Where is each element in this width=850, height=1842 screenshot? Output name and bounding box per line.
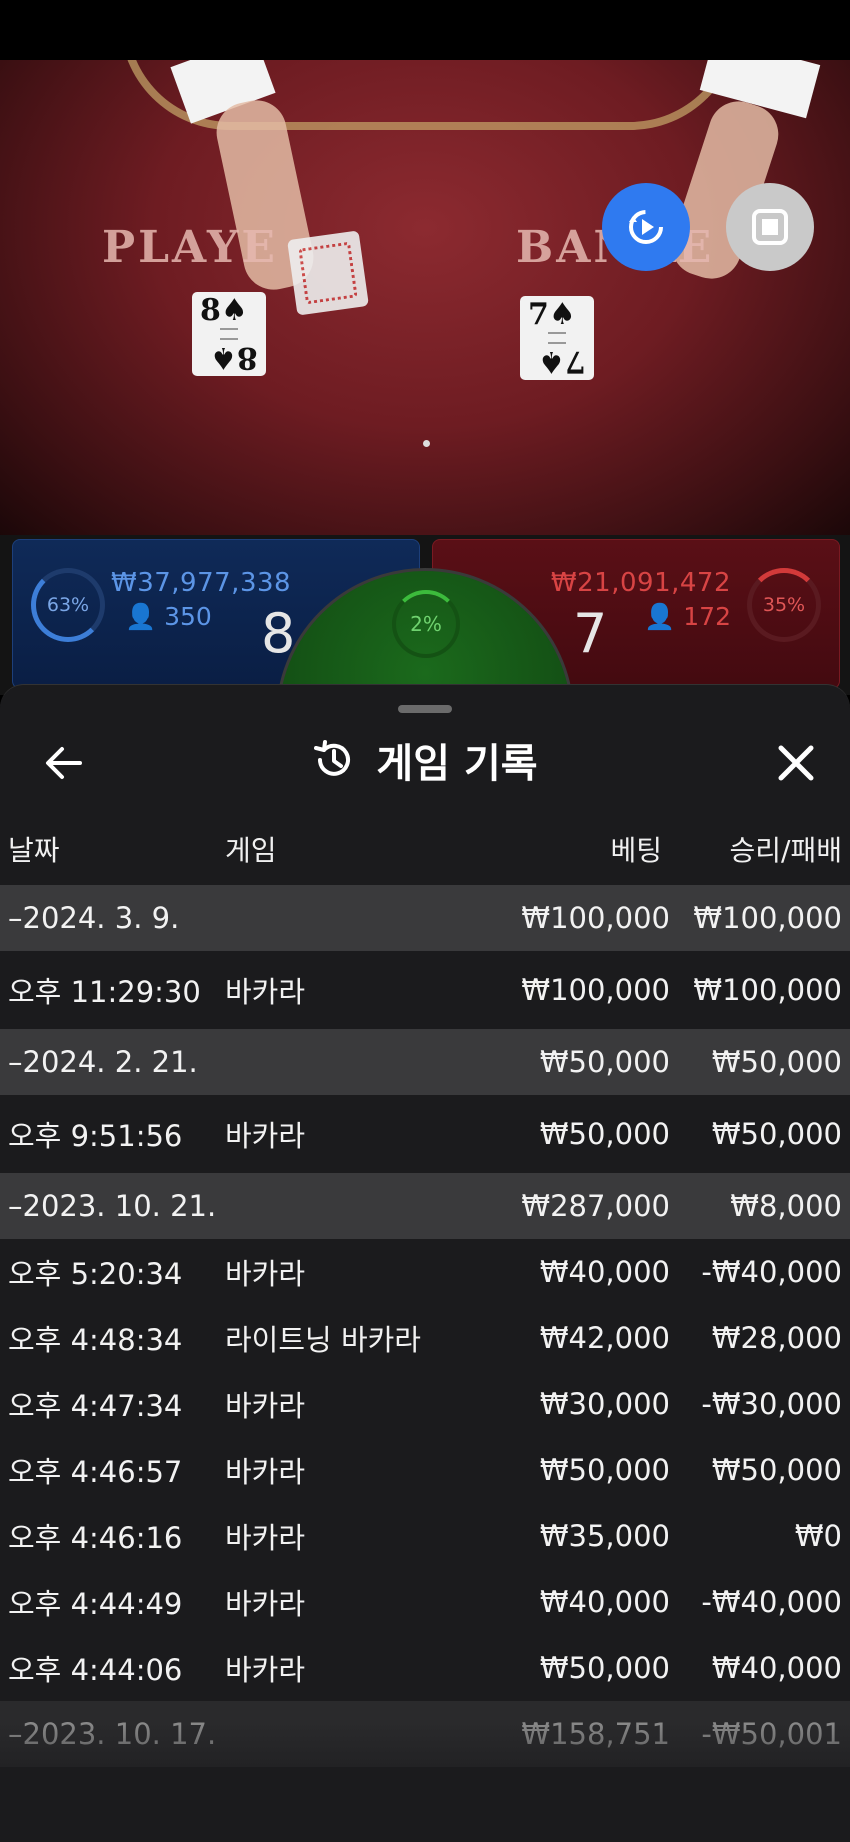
row-time: 오후 11:29:30 xyxy=(8,975,201,1009)
user-icon: 👤 xyxy=(644,602,676,631)
row-time: 오후 4:46:16 xyxy=(8,1521,183,1555)
game-record-row[interactable]: 오후 9:51:56 바카라 ₩50,000 ₩50,000 xyxy=(0,1095,850,1173)
row-bet: ₩50,000 xyxy=(539,1045,670,1079)
row-win-loss: -₩30,000 xyxy=(701,1387,842,1421)
row-bet: ₩42,000 xyxy=(539,1321,670,1355)
player-card: 8♠ 8♠ xyxy=(192,292,266,376)
row-win-loss: ₩28,000 xyxy=(711,1321,842,1355)
row-bet: ₩35,000 xyxy=(539,1519,670,1553)
stop-button[interactable] xyxy=(726,183,814,271)
row-win-loss: ₩100,000 xyxy=(693,901,842,935)
live-video: PLAYE BANKE 8♠ 8♠ 7♠ 7♠ xyxy=(0,60,850,540)
player-total-amount: ₩37,977,338 xyxy=(111,568,292,598)
row-time: 오후 4:44:06 xyxy=(8,1653,183,1687)
game-record-row[interactable]: 오후 4:48:34 라이트닝 바카라 ₩42,000 ₩28,000 xyxy=(0,1305,850,1371)
row-bet: ₩100,000 xyxy=(521,901,670,935)
banker-percent-ring: 35% xyxy=(747,568,821,642)
game-history-sheet: 게임 기록 날짜 게임 베팅 승리/패배 –2024. 3. 9. ₩100,00… xyxy=(0,684,850,1842)
close-icon xyxy=(778,745,814,781)
row-win-loss: ₩50,000 xyxy=(711,1453,842,1487)
game-record-row[interactable]: 오후 4:46:16 바카라 ₩35,000 ₩0 xyxy=(0,1503,850,1569)
row-time: 오후 4:47:34 xyxy=(8,1389,183,1423)
game-record-row[interactable]: 오후 4:47:34 바카라 ₩30,000 -₩30,000 xyxy=(0,1371,850,1437)
row-win-loss: ₩8,000 xyxy=(730,1189,842,1223)
row-game-name: 바카라 xyxy=(225,1389,306,1423)
game-record-row[interactable]: 오후 4:44:49 바카라 ₩40,000 -₩40,000 xyxy=(0,1569,850,1635)
col-bet: 베팅 xyxy=(610,834,662,867)
row-game-name: 바카라 xyxy=(225,1257,306,1291)
row-game-name: 라이트닝 바카라 xyxy=(225,1323,421,1357)
date-group-row[interactable]: –2024. 3. 9. ₩100,000 ₩100,000 xyxy=(0,885,850,951)
dealt-card-motion xyxy=(287,230,369,316)
row-date: –2024. 2. 21. xyxy=(8,1045,198,1079)
replay-icon xyxy=(629,210,663,244)
banker-bettor-count: 👤 172 xyxy=(644,602,731,631)
row-win-loss: ₩50,000 xyxy=(711,1117,842,1151)
row-game-name: 바카라 xyxy=(225,975,306,1009)
replay-button[interactable] xyxy=(602,183,690,271)
sheet-title-wrap: 게임 기록 xyxy=(0,731,850,789)
close-button[interactable] xyxy=(768,735,824,791)
row-win-loss: -₩40,000 xyxy=(701,1585,842,1619)
banker-card: 7♠ 7♠ xyxy=(520,296,594,380)
game-record-row[interactable]: 오후 4:44:06 바카라 ₩50,000 ₩40,000 xyxy=(0,1635,850,1701)
row-win-loss: ₩0 xyxy=(794,1519,842,1553)
row-time: 오후 5:20:34 xyxy=(8,1257,183,1291)
game-record-row[interactable]: 오후 11:29:30 바카라 ₩100,000 ₩100,000 xyxy=(0,951,850,1029)
row-bet: ₩50,000 xyxy=(539,1651,670,1685)
col-game: 게임 xyxy=(225,834,277,867)
row-win-loss: ₩50,000 xyxy=(711,1045,842,1079)
game-record-row[interactable]: 오후 5:20:34 바카라 ₩40,000 -₩40,000 xyxy=(0,1239,850,1305)
status-bar xyxy=(0,0,850,60)
row-date: –2023. 10. 21. xyxy=(8,1189,217,1223)
row-game-name: 바카라 xyxy=(225,1455,306,1489)
col-date: 날짜 xyxy=(8,834,60,867)
player-percent-ring: 63% xyxy=(31,568,105,642)
row-bet: ₩287,000 xyxy=(521,1189,670,1223)
user-icon: 👤 xyxy=(125,602,157,631)
row-win-loss: -₩40,000 xyxy=(701,1255,842,1289)
row-bet: ₩50,000 xyxy=(539,1453,670,1487)
history-list: –2024. 3. 9. ₩100,000 ₩100,000 오후 11:29:30 바… xyxy=(0,885,850,1767)
date-group-row[interactable]: –2023. 10. 21. ₩287,000 ₩8,000 xyxy=(0,1173,850,1239)
sheet-drag-handle[interactable] xyxy=(398,705,452,713)
history-icon xyxy=(314,740,351,776)
tie-percent-ring: 2% xyxy=(392,590,460,658)
row-win-loss: ₩40,000 xyxy=(711,1651,842,1685)
row-bet: ₩30,000 xyxy=(539,1387,670,1421)
sheet-header: 게임 기록 xyxy=(0,721,850,801)
row-win-loss: ₩100,000 xyxy=(693,973,842,1007)
felt-player-label: PLAYE xyxy=(102,222,278,273)
row-game-name: 바카라 xyxy=(225,1119,306,1153)
row-bet: ₩50,000 xyxy=(539,1117,670,1151)
row-game-name: 바카라 xyxy=(225,1587,306,1621)
sheet-title: 게임 기록 xyxy=(376,741,538,787)
player-bettor-count: 👤 350 xyxy=(125,602,212,631)
stop-icon xyxy=(752,209,788,245)
banker-total-amount: ₩21,091,472 xyxy=(550,568,731,598)
col-win-loss: 승리/패배 xyxy=(729,834,842,867)
column-headers: 날짜 게임 베팅 승리/패배 xyxy=(0,815,850,875)
row-bet: ₩100,000 xyxy=(521,973,670,1007)
scroll-fade xyxy=(0,1722,850,1842)
row-bet: ₩40,000 xyxy=(539,1255,670,1289)
game-record-row[interactable]: 오후 4:46:57 바카라 ₩50,000 ₩50,000 xyxy=(0,1437,850,1503)
row-game-name: 바카라 xyxy=(225,1653,306,1687)
row-time: 오후 4:48:34 xyxy=(8,1323,183,1357)
row-game-name: 바카라 xyxy=(225,1521,306,1555)
row-date: –2024. 3. 9. xyxy=(8,901,180,935)
date-group-row[interactable]: –2024. 2. 21. ₩50,000 ₩50,000 xyxy=(0,1029,850,1095)
row-time: 오후 9:51:56 xyxy=(8,1119,183,1153)
video-focus-dot xyxy=(423,440,430,447)
banker-score: 7 xyxy=(573,602,608,665)
row-time: 오후 4:46:57 xyxy=(8,1455,183,1489)
row-time: 오후 4:44:49 xyxy=(8,1587,183,1621)
row-bet: ₩40,000 xyxy=(539,1585,670,1619)
